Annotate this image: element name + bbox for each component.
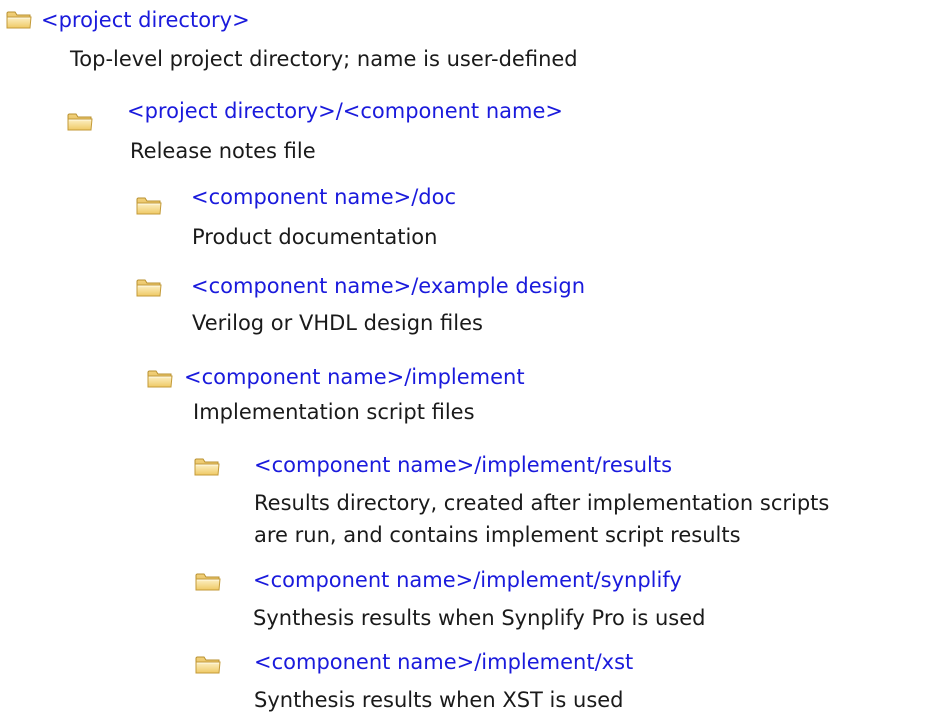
folder-path: <component name>/implement/xst: [254, 650, 634, 674]
folder-icon: [194, 457, 220, 477]
folder-description: Product documentation: [192, 225, 438, 249]
folder-path: <project directory>/<component name>: [127, 99, 563, 123]
folder-path: <component name>/implement: [184, 365, 525, 389]
folder-description-continued: are run, and contains implement script r…: [254, 523, 741, 547]
folder-description: Top-level project directory; name is use…: [70, 47, 578, 71]
folder-description: Results directory, created after impleme…: [254, 491, 830, 515]
folder-icon: [6, 10, 32, 30]
folder-description: Synthesis results when XST is used: [254, 688, 624, 712]
folder-path: <component name>/implement/results: [254, 453, 673, 477]
folder-path: <project directory>: [41, 8, 250, 32]
folder-description: Synthesis results when Synplify Pro is u…: [253, 606, 706, 630]
folder-description: Implementation script files: [193, 400, 475, 424]
folder-description: Release notes file: [130, 139, 316, 163]
folder-icon: [195, 655, 221, 675]
folder-icon: [67, 112, 93, 132]
folder-path: <component name>/implement/synplify: [253, 568, 682, 592]
folder-description: Verilog or VHDL design files: [192, 311, 483, 335]
directory-structure-diagram: { "entries": [ { "path": "<project direc…: [0, 0, 928, 724]
folder-icon: [136, 278, 162, 298]
folder-icon: [195, 572, 221, 592]
folder-path: <component name>/example design: [191, 274, 586, 298]
folder-path: <component name>/doc: [191, 185, 457, 209]
folder-icon: [147, 369, 173, 389]
folder-icon: [136, 196, 162, 216]
